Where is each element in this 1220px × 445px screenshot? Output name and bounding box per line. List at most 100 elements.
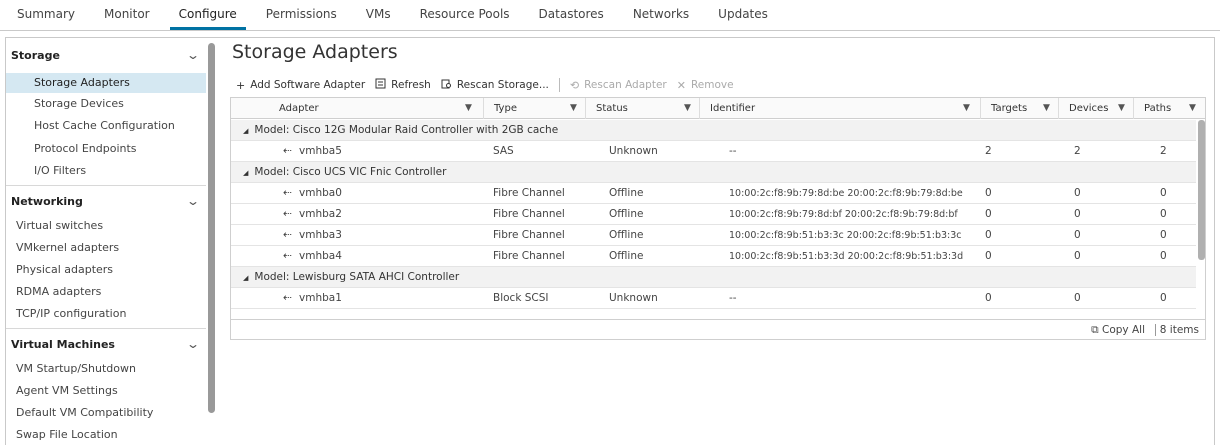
- adapter-icon: ⇠: [283, 208, 292, 220]
- cell-adapter: vmhba2: [299, 208, 342, 220]
- tab-resource-pools[interactable]: Resource Pools: [411, 0, 519, 30]
- sidebar-splitter-handle[interactable]: [208, 43, 215, 413]
- storage-adapters-grid: Adapter ▼ Type ▼ Status ▼ Identifier ▼ T…: [230, 97, 1206, 340]
- sidebar-item-io-filters[interactable]: I/O Filters: [6, 161, 206, 181]
- sidebar-item-physical-adapters[interactable]: Physical adapters: [6, 260, 206, 280]
- chevron-down-icon[interactable]: ⌄: [186, 48, 200, 62]
- tab-configure[interactable]: Configure: [169, 0, 246, 30]
- chevron-down-icon[interactable]: ⌄: [186, 337, 200, 351]
- add-software-adapter-label: Add Software Adapter: [250, 79, 366, 91]
- sidebar-item-host-cache-configuration[interactable]: Host Cache Configuration: [6, 116, 206, 136]
- add-software-adapter-button[interactable]: + Add Software Adapter: [236, 79, 365, 92]
- group-row[interactable]: ◢ Model: Lewisburg SATA AHCI Controller: [231, 267, 1196, 288]
- cell-devices: 0: [1074, 250, 1081, 262]
- sidebar-item-vmkernel-adapters[interactable]: VMkernel adapters: [6, 238, 206, 258]
- cell-identifier: --: [729, 145, 737, 157]
- column-header-paths[interactable]: Paths ▼: [1133, 98, 1205, 119]
- filter-icon[interactable]: ▼: [1118, 98, 1125, 119]
- sidebar-section-storage[interactable]: Storage ⌄: [6, 42, 206, 68]
- sidebar-divider: [6, 185, 206, 186]
- cell-type: Block SCSI: [493, 292, 549, 304]
- filter-icon[interactable]: ▼: [963, 98, 970, 119]
- cell-adapter: vmhba5: [299, 145, 342, 157]
- adapter-icon: ⇠: [283, 250, 292, 262]
- table-row[interactable]: ⇠ vmhba5 SAS Unknown -- 2 2 2: [231, 141, 1196, 162]
- cell-type: Fibre Channel: [493, 208, 565, 220]
- group-label: Model: Cisco UCS VIC Fnic Controller: [254, 166, 447, 178]
- tab-vms[interactable]: VMs: [357, 0, 400, 30]
- sidebar-item-storage-devices[interactable]: Storage Devices: [6, 94, 206, 114]
- cell-adapter: vmhba1: [299, 292, 342, 304]
- refresh-button[interactable]: Refresh: [375, 78, 431, 92]
- sidebar-item-storage-adapters[interactable]: Storage Adapters: [6, 73, 206, 93]
- column-header-status[interactable]: Status ▼: [585, 98, 699, 119]
- collapse-triangle-icon[interactable]: ◢: [243, 169, 248, 177]
- cell-targets: 0: [985, 187, 992, 199]
- cell-status: Offline: [609, 187, 644, 199]
- remove-label: Remove: [690, 79, 734, 91]
- collapse-triangle-icon[interactable]: ◢: [243, 274, 248, 282]
- sidebar-section-networking[interactable]: Networking ⌄: [6, 188, 206, 214]
- cell-status: Offline: [609, 229, 644, 241]
- toolbar: + Add Software Adapter Refresh Rescan St…: [236, 76, 744, 94]
- sidebar-section-virtual-machines[interactable]: Virtual Machines ⌄: [6, 331, 206, 357]
- group-row[interactable]: ◢ Model: Cisco UCS VIC Fnic Controller: [231, 162, 1196, 183]
- cell-devices: 0: [1074, 292, 1081, 304]
- tab-datastores[interactable]: Datastores: [530, 0, 613, 30]
- rescan-adapter-button[interactable]: ⟲ Rescan Adapter: [570, 79, 667, 92]
- tab-monitor[interactable]: Monitor: [95, 0, 159, 30]
- column-header-targets[interactable]: Targets ▼: [980, 98, 1058, 119]
- rescan-adapter-icon: ⟲: [569, 78, 580, 92]
- column-header-label: Status: [596, 103, 628, 114]
- tab-networks[interactable]: Networks: [624, 0, 698, 30]
- column-header-devices[interactable]: Devices ▼: [1058, 98, 1133, 119]
- sidebar-section-label: Virtual Machines: [11, 337, 115, 351]
- sidebar-item-rdma-adapters[interactable]: RDMA adapters: [6, 282, 206, 302]
- column-header-label: Identifier: [710, 103, 756, 114]
- cell-type: Fibre Channel: [493, 250, 565, 262]
- table-row[interactable]: ⇠ vmhba1 Block SCSI Unknown -- 0 0 0: [231, 288, 1196, 309]
- column-header-type[interactable]: Type ▼: [483, 98, 585, 119]
- column-header-identifier[interactable]: Identifier ▼: [699, 98, 980, 119]
- tab-updates[interactable]: Updates: [709, 0, 777, 30]
- sidebar-item-protocol-endpoints[interactable]: Protocol Endpoints: [6, 139, 206, 159]
- copy-all-button[interactable]: ⧉ Copy All: [1091, 320, 1145, 340]
- collapse-triangle-icon[interactable]: ◢: [243, 127, 248, 135]
- cell-status: Unknown: [609, 292, 658, 304]
- cell-adapter: vmhba4: [299, 250, 342, 262]
- remove-button[interactable]: ✕ Remove: [677, 79, 734, 92]
- cell-targets: 0: [985, 250, 992, 262]
- item-count: 8 items: [1159, 324, 1199, 336]
- configure-sidebar: Storage ⌄ Storage Adapters Storage Devic…: [6, 38, 206, 445]
- tab-permissions[interactable]: Permissions: [257, 0, 346, 30]
- cell-identifier: 10:00:2c:f8:9b:79:8d:bf 20:00:2c:f8:9b:7…: [729, 209, 958, 220]
- column-header-label: Targets: [991, 103, 1028, 114]
- plus-icon: +: [236, 78, 246, 92]
- sidebar-item-swap-file-location[interactable]: Swap File Location: [6, 425, 206, 445]
- table-row[interactable]: ⇠ vmhba3 Fibre Channel Offline 10:00:2c:…: [231, 225, 1196, 246]
- sidebar-item-agent-vm-settings[interactable]: Agent VM Settings: [6, 381, 206, 401]
- copy-all-label: Copy All: [1102, 324, 1145, 336]
- table-row[interactable]: ⇠ vmhba2 Fibre Channel Offline 10:00:2c:…: [231, 204, 1196, 225]
- sidebar-item-default-vm-compatibility[interactable]: Default VM Compatibility: [6, 403, 206, 423]
- sidebar-section-label: Storage: [11, 48, 60, 62]
- filter-icon[interactable]: ▼: [1189, 98, 1196, 119]
- filter-icon[interactable]: ▼: [684, 98, 691, 119]
- filter-icon[interactable]: ▼: [570, 98, 577, 119]
- column-header-adapter[interactable]: Adapter ▼: [231, 98, 483, 119]
- group-row[interactable]: ◢ Model: Cisco 12G Modular Raid Controlle…: [231, 120, 1196, 141]
- sidebar-item-tcpip-configuration[interactable]: TCP/IP configuration: [6, 304, 206, 324]
- filter-icon[interactable]: ▼: [465, 98, 472, 119]
- cell-paths: 2: [1160, 145, 1167, 157]
- chevron-down-icon[interactable]: ⌄: [186, 194, 200, 208]
- filter-icon[interactable]: ▼: [1043, 98, 1050, 119]
- table-row[interactable]: ⇠ vmhba4 Fibre Channel Offline 10:00:2c:…: [231, 246, 1196, 267]
- rescan-storage-button[interactable]: Rescan Storage...: [441, 78, 549, 92]
- sidebar-item-vm-startup-shutdown[interactable]: VM Startup/Shutdown: [6, 359, 206, 379]
- table-row[interactable]: ⇠ vmhba0 Fibre Channel Offline 10:00:2c:…: [231, 183, 1196, 204]
- sidebar-item-virtual-switches[interactable]: Virtual switches: [6, 216, 206, 236]
- cell-devices: 0: [1074, 229, 1081, 241]
- tab-summary[interactable]: Summary: [8, 0, 84, 30]
- grid-vertical-scrollbar[interactable]: [1198, 120, 1205, 260]
- close-icon: ✕: [676, 78, 686, 92]
